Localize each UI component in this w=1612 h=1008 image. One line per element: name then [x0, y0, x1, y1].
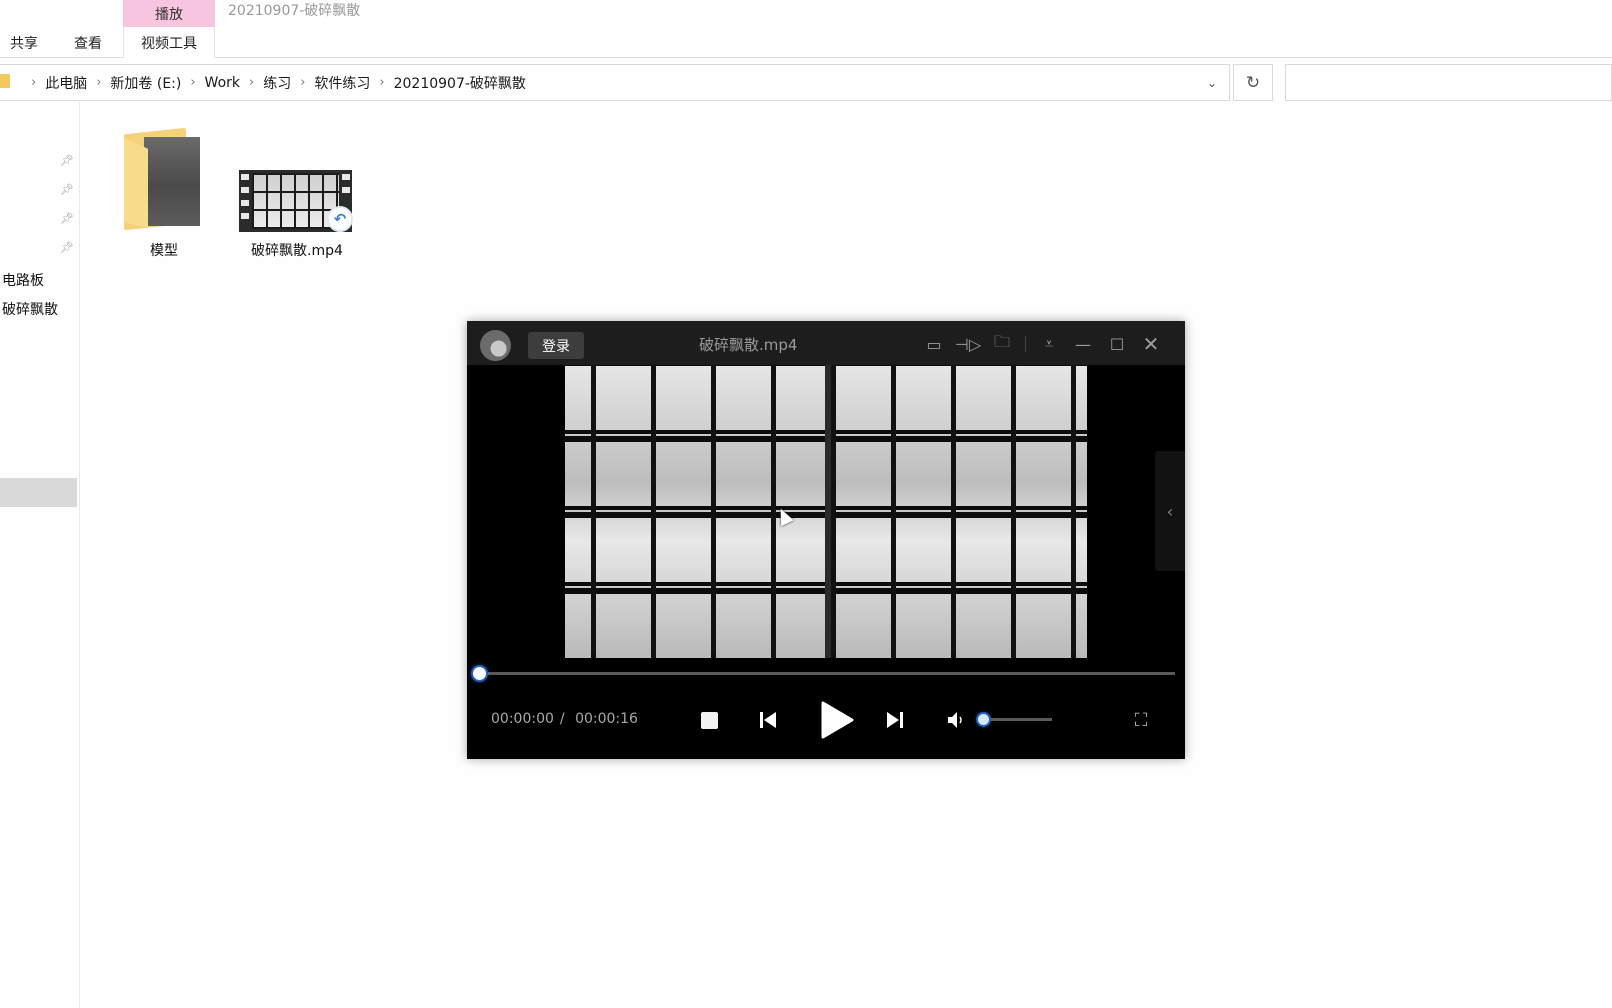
chevron-right-icon[interactable]: › — [249, 75, 254, 90]
refresh-button[interactable]: ↻ — [1233, 64, 1273, 101]
breadcrumb: › 此电脑 › 新加卷 (E:) › Work › 练习 › 软件练习 › 20… — [22, 64, 526, 101]
folder-flap — [124, 138, 148, 228]
window-title: 20210907-破碎飘散 — [228, 3, 361, 19]
context-group-label: 播放 — [123, 0, 215, 27]
video-player-window: 登录 破碎飘散.mp4 ▭ ⊣▷ 🗀︎ ⩡ — ☐ ✕ ‹ 00:00:00 / … — [467, 321, 1185, 759]
skip-back-icon — [760, 712, 776, 728]
file-item-folder[interactable]: 模型 — [99, 236, 229, 260]
volume-icon — [948, 712, 962, 728]
film-sprocket — [342, 187, 350, 193]
chevron-right-icon[interactable]: › — [379, 75, 384, 90]
player-association-icon: ↶ — [327, 206, 353, 232]
pin-icon[interactable]: ⊣▷ — [955, 333, 981, 355]
nav-item-circuit-board[interactable]: 电路板 — [2, 270, 44, 290]
chevron-right-icon[interactable]: › — [300, 75, 305, 90]
time-separator: / — [559, 711, 565, 727]
subtitle-icon[interactable]: ▭ — [923, 333, 945, 355]
total-time: 00:00:16 — [575, 711, 638, 727]
side-panel-toggle[interactable]: ‹ — [1155, 451, 1185, 571]
tab-video-tools[interactable]: 视频工具 — [123, 27, 215, 58]
time-display: 00:00:00 / 00:00:16 — [491, 711, 638, 727]
close-icon[interactable]: ✕ — [1140, 332, 1162, 356]
volume-slider[interactable] — [983, 718, 1052, 721]
chevron-right-icon[interactable]: › — [190, 75, 195, 90]
file-name: 破碎飘散.mp4 — [251, 243, 343, 259]
chevron-down-icon[interactable]: ⌄ — [1198, 64, 1226, 101]
maximize-icon[interactable]: ☐ — [1106, 333, 1128, 355]
play-button[interactable] — [817, 699, 857, 741]
minimize-icon[interactable]: — — [1072, 333, 1094, 355]
nav-item-selected[interactable] — [0, 478, 77, 507]
previous-button[interactable] — [755, 706, 781, 734]
refresh-icon: ↻ — [1245, 72, 1261, 93]
pin-icon[interactable]: 📌︎ — [60, 154, 74, 167]
film-sprocket — [241, 213, 249, 219]
current-time: 00:00:00 — [491, 711, 554, 727]
seek-bar[interactable] — [479, 672, 1175, 675]
player-title: 破碎飘散.mp4 — [699, 336, 798, 354]
seek-handle[interactable] — [473, 667, 486, 680]
folder-icon — [0, 74, 10, 88]
login-button[interactable]: 登录 — [528, 332, 584, 359]
folder-preview — [144, 137, 200, 226]
skip-forward-icon — [887, 712, 903, 728]
video-frame-detail — [825, 365, 831, 658]
chevron-left-icon: ‹ — [1166, 501, 1174, 521]
breadcrumb-practice[interactable]: 练习 — [263, 73, 291, 93]
breadcrumb-software-practice[interactable]: 软件练习 — [314, 73, 370, 93]
search-input[interactable] — [1285, 64, 1612, 101]
breadcrumb-work[interactable]: Work — [205, 75, 240, 91]
film-sprocket — [342, 174, 350, 180]
tab-share[interactable]: 共享 — [10, 33, 38, 53]
navigation-pane — [0, 102, 80, 1008]
stop-icon — [700, 711, 718, 729]
pin-icon[interactable]: 📌︎ — [60, 241, 74, 254]
file-item-video[interactable]: 破碎飘散.mp4 — [232, 236, 362, 260]
pin-icon[interactable]: 📌︎ — [60, 183, 74, 196]
chevron-right-icon: › — [31, 75, 37, 90]
breadcrumb-drive-e[interactable]: 新加卷 (E:) — [110, 73, 181, 93]
divider — [1025, 336, 1026, 352]
pin-icon[interactable]: 📌︎ — [60, 212, 74, 225]
film-sprocket — [241, 187, 249, 193]
breadcrumb-current[interactable]: 20210907-破碎飘散 — [394, 73, 526, 93]
nav-item-shatter[interactable]: 破碎飘散 — [2, 299, 58, 319]
volume-button[interactable] — [945, 706, 967, 734]
film-sprocket — [241, 174, 249, 180]
next-button[interactable] — [882, 706, 908, 734]
file-name: 模型 — [150, 243, 178, 259]
fullscreen-button[interactable]: ⛶ — [1129, 708, 1153, 732]
film-sprocket — [241, 200, 249, 206]
fullscreen-icon: ⛶ — [1134, 709, 1148, 731]
play-icon — [821, 701, 854, 739]
breadcrumb-this-pc[interactable]: 此电脑 — [45, 73, 87, 93]
video-thumbnail — [252, 173, 339, 229]
player-logo-icon[interactable] — [480, 330, 511, 361]
stop-button[interactable] — [699, 706, 719, 734]
folder-icon[interactable]: 🗀︎ — [991, 332, 1013, 355]
volume-handle[interactable] — [978, 714, 989, 725]
menu-icon[interactable]: ⩡ — [1038, 333, 1060, 355]
chevron-right-icon[interactable]: › — [96, 75, 101, 90]
tab-view[interactable]: 查看 — [74, 33, 102, 53]
